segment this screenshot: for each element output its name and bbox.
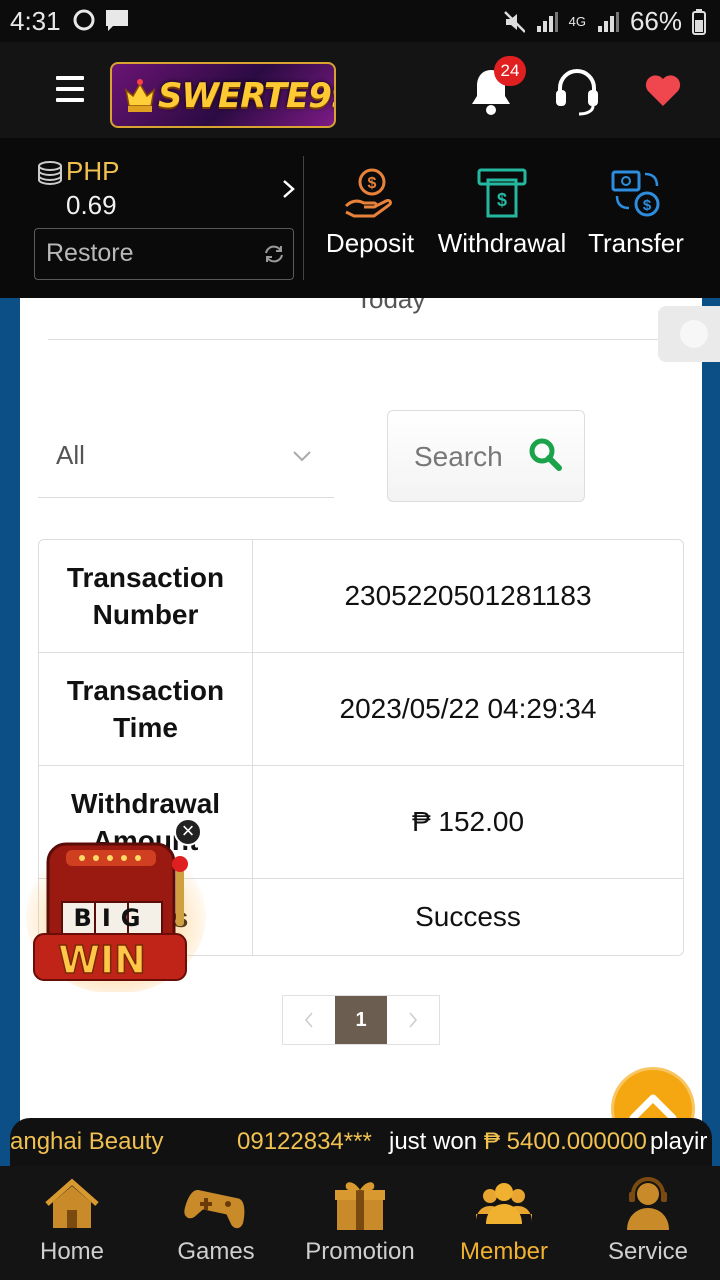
ticker-game: anghai Beauty [10, 1128, 164, 1155]
date-filter-value: Today [356, 298, 426, 314]
svg-text:$: $ [497, 190, 507, 210]
side-float-tab[interactable] [658, 306, 720, 362]
transfer-label: Transfer [588, 228, 684, 258]
support-agent-icon [627, 1177, 669, 1230]
pagination: 1 [282, 995, 440, 1045]
signal-icon [536, 11, 558, 32]
transaction-number-value: 2305220501281183 [253, 540, 683, 653]
big-win-top-text: BIG [74, 904, 151, 932]
winner-ticker: anghai Beauty 09122834*** just won ₱ 540… [10, 1118, 712, 1166]
nav-promotion-label: Promotion [305, 1238, 415, 1265]
gift-icon [335, 1182, 385, 1230]
svg-text:$: $ [368, 175, 377, 192]
row-label: Transaction Time [39, 653, 253, 766]
chevron-right-icon[interactable] [280, 178, 298, 200]
network-type: 4G [568, 13, 586, 29]
nav-service[interactable]: Service [576, 1176, 720, 1266]
nav-promotion[interactable]: Promotion [288, 1176, 432, 1266]
restore-label: Restore [46, 239, 134, 267]
search-button[interactable]: Search [387, 410, 585, 502]
chevron-left-icon [305, 1012, 313, 1028]
nav-games[interactable]: Games [144, 1176, 288, 1266]
divider [303, 156, 304, 280]
nav-member[interactable]: Member [432, 1176, 576, 1266]
withdrawal-button[interactable]: $ Withdrawal [434, 166, 570, 259]
prev-page-button[interactable] [283, 996, 335, 1044]
circle-icon [73, 9, 95, 31]
currency-label: PHP [66, 156, 120, 186]
type-filter-select[interactable]: All [38, 410, 334, 498]
deposit-label: Deposit [325, 228, 415, 258]
chevron-right-icon [409, 1012, 417, 1028]
battery-level: 66% [629, 6, 682, 36]
message-icon [106, 10, 128, 31]
logo-text: SWERTE99 [158, 76, 336, 116]
deposit-button[interactable]: $ Deposit [322, 166, 418, 259]
wallet-bar: PHP 0.69 Restore $ Deposit $ Withdrawal … [0, 138, 720, 298]
chevron-down-icon [293, 451, 311, 462]
gamepad-icon [184, 1190, 245, 1229]
nav-member-label: Member [459, 1238, 549, 1265]
transaction-card: Today All Search Transaction Number 2305… [20, 298, 702, 1126]
svg-text:$: $ [643, 197, 652, 214]
search-label: Search [414, 441, 503, 472]
status-time: 4:31 [10, 6, 61, 36]
nav-home[interactable]: Home [0, 1176, 144, 1266]
transaction-time-value: 2023/05/22 04:29:34 [253, 653, 683, 766]
wallet-balance: 0.69 [66, 190, 117, 220]
headset-icon[interactable] [552, 66, 602, 116]
menu-icon[interactable] [56, 76, 86, 102]
ticker-user: 09122834*** [237, 1128, 372, 1155]
site-logo[interactable]: SWERTE99 [110, 62, 336, 128]
users-icon [476, 1183, 532, 1224]
withdrawal-amount-value: ₱ 152.00 [253, 766, 683, 879]
refresh-icon [265, 245, 283, 263]
next-page-button[interactable] [387, 996, 439, 1044]
deposit-icon: $ [344, 168, 392, 218]
coins-icon [38, 161, 62, 186]
crown-icon [124, 79, 156, 112]
search-icon [529, 438, 562, 471]
heart-icon[interactable] [644, 72, 682, 108]
row-label: Transaction Number [39, 540, 253, 653]
close-icon[interactable]: × [174, 818, 202, 846]
app-header: SWERTE99 24 [0, 42, 720, 138]
page-number[interactable]: 1 [335, 996, 387, 1044]
type-filter-value: All [56, 440, 85, 470]
withdrawal-icon: $ [477, 168, 527, 218]
ticker-suffix: playir [650, 1128, 708, 1155]
ticker-won-text: just won [389, 1128, 478, 1155]
battery-icon [692, 8, 706, 35]
transfer-icon: $ [611, 170, 660, 217]
nav-games-label: Games [177, 1238, 255, 1265]
ticker-amount: ₱ 5400.000000 [484, 1128, 647, 1155]
notification-badge: 24 [494, 56, 526, 86]
table-row: Transaction Time 2023/05/22 04:29:34 [39, 653, 683, 766]
transfer-button[interactable]: $ Transfer [584, 166, 688, 259]
date-filter-select[interactable]: Today [48, 298, 680, 340]
table-row: Transaction Number 2305220501281183 [39, 540, 683, 653]
status-value: Success [415, 901, 521, 932]
restore-button[interactable]: Restore [34, 228, 294, 280]
big-win-bottom-text: WIN [58, 938, 146, 982]
signal-icon-2 [597, 11, 619, 32]
nav-home-label: Home [39, 1238, 105, 1265]
nav-service-label: Service [607, 1238, 689, 1265]
status-bar: 4:31 4G 66% [0, 0, 720, 42]
bottom-nav: Home Games Promotion Member Service [0, 1166, 720, 1280]
home-icon [45, 1178, 99, 1228]
mute-icon [503, 10, 525, 33]
withdrawal-label: Withdrawal [437, 228, 567, 258]
